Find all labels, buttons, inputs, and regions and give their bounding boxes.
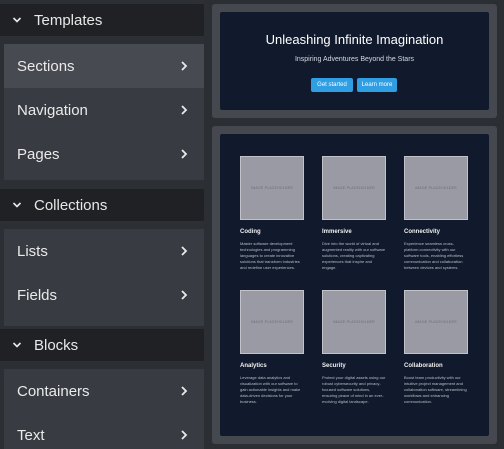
feature-title: Collaboration bbox=[404, 363, 443, 369]
feature-card: IMAGE PLACEHOLDER Security Protect your … bbox=[322, 290, 388, 405]
chevron-right-icon bbox=[181, 61, 188, 71]
group-header-templates[interactable]: Templates bbox=[0, 4, 204, 36]
sidebar-item-text[interactable]: Text bbox=[4, 413, 204, 449]
sidebar-item-navigation[interactable]: Navigation bbox=[4, 88, 204, 132]
feature-card: IMAGE PLACEHOLDER Analytics Leverage dat… bbox=[240, 290, 306, 405]
chevron-down-icon bbox=[0, 15, 34, 25]
sidebar: Templates Sections Navigation Pages Coll… bbox=[0, 0, 204, 449]
feature-card: IMAGE PLACEHOLDER Coding Master software… bbox=[240, 156, 306, 271]
group-title: Blocks bbox=[34, 336, 79, 354]
sidebar-item-label: Fields bbox=[17, 286, 58, 304]
image-placeholder: IMAGE PLACEHOLDER bbox=[404, 156, 468, 220]
image-placeholder: IMAGE PLACEHOLDER bbox=[404, 290, 468, 354]
feature-card: IMAGE PLACEHOLDER Collaboration Boost te… bbox=[404, 290, 470, 405]
feature-description: Leverage data analytics and visualizatio… bbox=[240, 375, 301, 404]
hero-subtitle: Inspiring Adventures Beyond the Stars bbox=[294, 56, 415, 63]
feature-title: Analytics bbox=[240, 363, 267, 369]
chevron-right-icon bbox=[181, 246, 188, 256]
chevron-down-icon bbox=[0, 340, 34, 350]
image-placeholder: IMAGE PLACEHOLDER bbox=[240, 156, 304, 220]
feature-description: Experience seamless cross-platform conne… bbox=[404, 241, 464, 270]
hero-title: Unleashing Infinite Imagination bbox=[265, 32, 444, 47]
features-section-preview[interactable]: IMAGE PLACEHOLDER Coding Master software… bbox=[212, 126, 497, 444]
image-placeholder: IMAGE PLACEHOLDER bbox=[322, 290, 386, 354]
sidebar-item-fields[interactable]: Fields bbox=[4, 273, 204, 317]
feature-card: IMAGE PLACEHOLDER Immersive Dive into th… bbox=[322, 156, 388, 271]
feature-title: Immersive bbox=[322, 229, 352, 235]
feature-description: Dive into the world of virtual and augme… bbox=[322, 241, 386, 270]
sidebar-item-label: Sections bbox=[17, 57, 75, 75]
features-preview-canvas: IMAGE PLACEHOLDER Coding Master software… bbox=[220, 134, 489, 436]
feature-description: Protect your digital assets using our ro… bbox=[322, 375, 386, 404]
chevron-down-icon bbox=[0, 200, 34, 210]
feature-title: Coding bbox=[240, 229, 261, 235]
learn-more-button[interactable]: Learn more bbox=[357, 78, 397, 92]
sidebar-item-label: Pages bbox=[17, 145, 60, 163]
hero-preview-canvas: Unleashing Infinite Imagination Inspirin… bbox=[220, 12, 489, 110]
get-started-button[interactable]: Get started bbox=[311, 78, 353, 92]
group-header-collections[interactable]: Collections bbox=[0, 189, 204, 221]
group-title: Collections bbox=[34, 196, 108, 214]
chevron-right-icon bbox=[181, 290, 188, 300]
chevron-right-icon bbox=[181, 430, 188, 440]
group-title: Templates bbox=[34, 11, 103, 29]
image-placeholder: IMAGE PLACEHOLDER bbox=[322, 156, 386, 220]
sidebar-item-label: Containers bbox=[17, 382, 90, 400]
feature-card: IMAGE PLACEHOLDER Connectivity Experienc… bbox=[404, 156, 470, 271]
sidebar-item-lists[interactable]: Lists bbox=[4, 229, 204, 273]
group-panel-templates: Sections Navigation Pages bbox=[4, 44, 204, 180]
group-panel-collections: Lists Fields bbox=[4, 229, 204, 326]
feature-description: Master software development technologies… bbox=[240, 241, 300, 270]
feature-description: Boost team productivity with our intuiti… bbox=[404, 375, 467, 404]
sidebar-item-label: Text bbox=[17, 426, 45, 444]
sidebar-item-label: Navigation bbox=[17, 101, 88, 119]
group-header-blocks[interactable]: Blocks bbox=[0, 329, 204, 361]
image-placeholder: IMAGE PLACEHOLDER bbox=[240, 290, 304, 354]
sidebar-item-pages[interactable]: Pages bbox=[4, 132, 204, 176]
feature-title: Security bbox=[322, 363, 346, 369]
sidebar-item-label: Lists bbox=[17, 242, 48, 260]
sidebar-item-sections[interactable]: Sections bbox=[4, 44, 204, 88]
sidebar-item-containers[interactable]: Containers bbox=[4, 369, 204, 413]
chevron-right-icon bbox=[181, 149, 188, 159]
chevron-right-icon bbox=[181, 105, 188, 115]
chevron-right-icon bbox=[181, 386, 188, 396]
feature-title: Connectivity bbox=[404, 229, 441, 235]
group-panel-blocks: Containers Text bbox=[4, 369, 204, 449]
hero-section-preview[interactable]: Unleashing Infinite Imagination Inspirin… bbox=[212, 4, 497, 118]
